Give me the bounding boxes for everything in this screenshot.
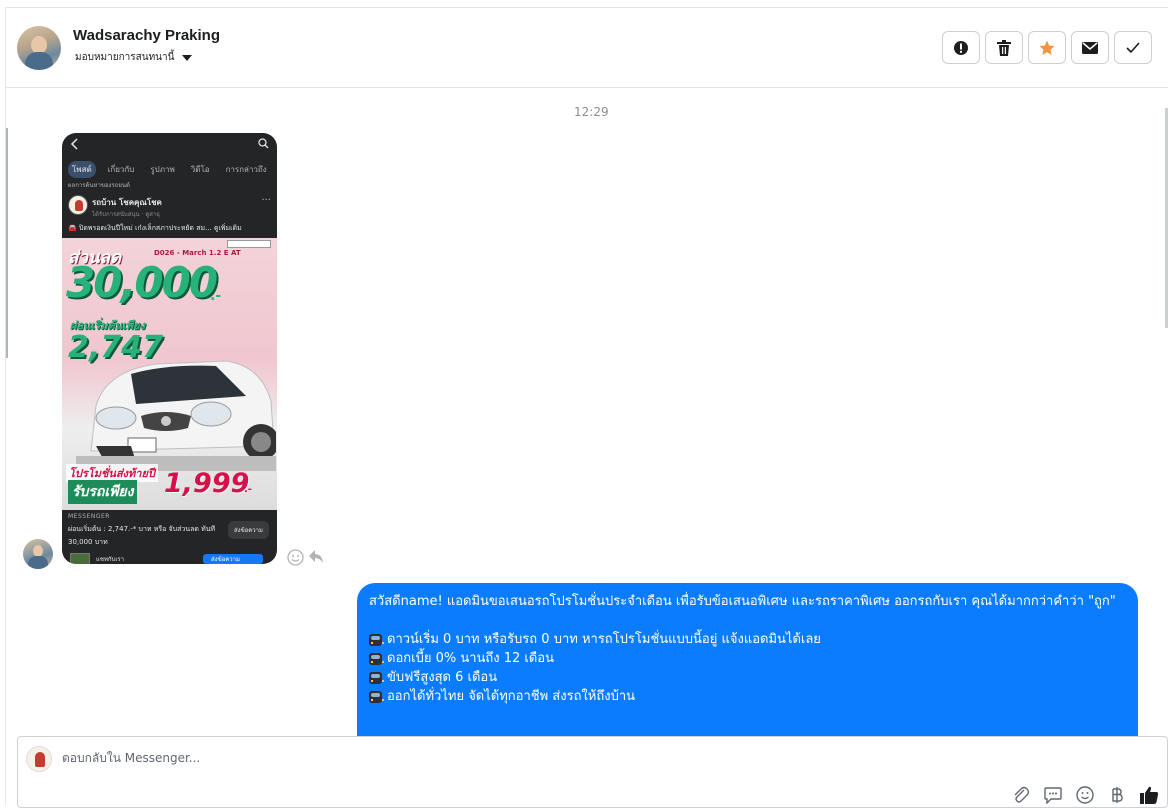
car-ad-image: ส่วนลด D026 - March 1.2 E AT 30,000 .- ผ… [62, 238, 277, 510]
messenger-label: MESSENGER [68, 513, 110, 520]
dealer-logo [227, 240, 271, 248]
composer-tools [1011, 785, 1159, 805]
conversation-panel: Wadsarachy Praking มอบหมายการสนทนานี้ 12… [5, 7, 1168, 808]
car-emoji-icon [369, 671, 384, 684]
message-intro: สวัสดีname! แอดมินขอเสนอรถโปรโมชั่นประจำ… [369, 594, 1116, 609]
star-button[interactable] [1028, 31, 1066, 64]
mark-spam-button[interactable] [942, 31, 980, 64]
message-line-text: ออกได้ทั่วไทย จัดได้ทุกอาชีพ ส่งรถให้ถึง… [387, 689, 636, 704]
payment-button[interactable] [1107, 785, 1127, 805]
message-line: ดอกเบี้ย 0% นานถึง 12 เดือน [369, 649, 1125, 668]
pickup-price-suffix: .- [244, 484, 252, 495]
emoji-button[interactable] [1075, 785, 1095, 805]
baht-icon [1112, 787, 1123, 803]
saved-replies-button[interactable] [1043, 785, 1063, 805]
thumbs-up-icon [1139, 786, 1158, 804]
reply-composer [17, 736, 1168, 808]
contact-name[interactable]: Wadsarachy Praking [73, 27, 220, 44]
outgoing-message-bubble: สวัสดีname! แอดมินขอเสนอรถโปรโมชั่นประจำ… [357, 583, 1138, 736]
paperclip-icon [1014, 786, 1030, 803]
conversation-header: Wadsarachy Praking มอบหมายการสนทนานี้ [6, 8, 1168, 88]
caret-down-icon [182, 54, 193, 61]
phone-tab: โพสต์ [68, 161, 96, 178]
phone-send-message-button: ส่งข้อความ [227, 521, 269, 539]
discount-amount: 30,000 [66, 258, 218, 307]
shared-post-screenshot[interactable]: โพสต์ เกี่ยวกับ รูปภาพ วิดีโอ การกล่าวถึ… [62, 133, 277, 564]
ad-model-code: D026 - March 1.2 E AT [154, 249, 241, 257]
car-emoji-icon [369, 690, 384, 703]
star-icon [1039, 40, 1055, 55]
emoji-react-icon[interactable] [287, 549, 304, 566]
message-line-text: ขับฟรีสูงสุด 6 เดือน [387, 670, 498, 685]
message-timestamp: 12:29 [574, 105, 609, 119]
bottom-send-button: ส่งข้อความ [203, 554, 263, 564]
envelope-icon [1082, 41, 1098, 54]
page-avatar [68, 195, 88, 215]
more-options-icon: ··· [261, 195, 271, 206]
chat-bubble-icon [1044, 786, 1062, 804]
message-line: ออกได้ทั่วไทย จัดได้ทุกอาชีพ ส่งรถให้ถึง… [369, 687, 1125, 706]
trash-icon [997, 39, 1011, 56]
reply-icon[interactable] [308, 549, 324, 564]
page-name: รถบ้าน โชคคุณโชค [92, 198, 162, 207]
phone-subheader: ผลการค้นหาของรถยนต์ [68, 182, 130, 189]
phone-tabs: โพสต์ เกี่ยวกับ รูปภาพ วิดีโอ การกล่าวถึ… [68, 161, 271, 178]
like-button[interactable] [1139, 785, 1159, 805]
car-emoji-icon [369, 633, 384, 646]
phone-tab: วิดีโอ [190, 165, 210, 174]
assign-label: มอบหมายการสนทนานี้ [75, 52, 175, 63]
reply-input[interactable] [62, 751, 762, 765]
phone-tab: รูปภาพ [150, 165, 175, 174]
installment-amount: 2,747 [68, 330, 163, 365]
post-caption: 🚘 ปิดพรอดเงินปีใหม่ เก๋งเล็กสภาประหยัด ส… [68, 224, 242, 232]
search-icon [258, 138, 269, 149]
delete-button[interactable] [985, 31, 1023, 64]
mark-unread-button[interactable] [1071, 31, 1109, 64]
alert-icon [954, 40, 968, 55]
check-icon [1126, 41, 1140, 53]
page-meta: ได้รับการสนับสนุน · ดูสาธุ [92, 211, 160, 218]
scrollbar-left[interactable] [6, 128, 8, 358]
emoji-icon [1076, 786, 1094, 804]
message-line: ดาวน์เริ่ม 0 บาท หรือรับรถ 0 บาท หารถโปร… [369, 630, 1125, 649]
phone-tab: เกี่ยวกับ [107, 165, 135, 174]
page-avatar-composer [26, 746, 52, 772]
pickup-price: 1,999 [164, 468, 250, 499]
contact-avatar[interactable] [17, 26, 61, 70]
header-actions [942, 31, 1152, 64]
back-arrow-icon [70, 138, 78, 150]
bottom-name: แชทกับเรา [96, 556, 124, 563]
mark-done-button[interactable] [1114, 31, 1152, 64]
car-emoji-icon [369, 652, 384, 665]
pickup-label: รับรถเพียง [68, 480, 138, 504]
sender-avatar[interactable] [23, 539, 53, 569]
phone-send-label: ส่งข้อความ [233, 527, 263, 534]
assign-conversation-dropdown[interactable]: มอบหมายการสนทนานี้ [75, 50, 193, 65]
message-line-text: ดาวน์เริ่ม 0 บาท หรือรับรถ 0 บาท หารถโปร… [387, 632, 821, 647]
messenger-text: ผ่อนเริ่มต้น : 2,747.-* บาท หรือ จับส่วน… [68, 525, 216, 546]
bottom-thumbnail [70, 553, 90, 564]
phone-tab: การกล่าวถึง [225, 165, 267, 174]
message-line-text: ดอกเบี้ย 0% นานถึง 12 เดือน [387, 651, 555, 666]
phone-top-bar [62, 133, 277, 155]
attach-button[interactable] [1011, 785, 1031, 805]
message-line: ขับฟรีสูงสุด 6 เดือน [369, 668, 1125, 687]
discount-suffix: .- [210, 288, 222, 304]
